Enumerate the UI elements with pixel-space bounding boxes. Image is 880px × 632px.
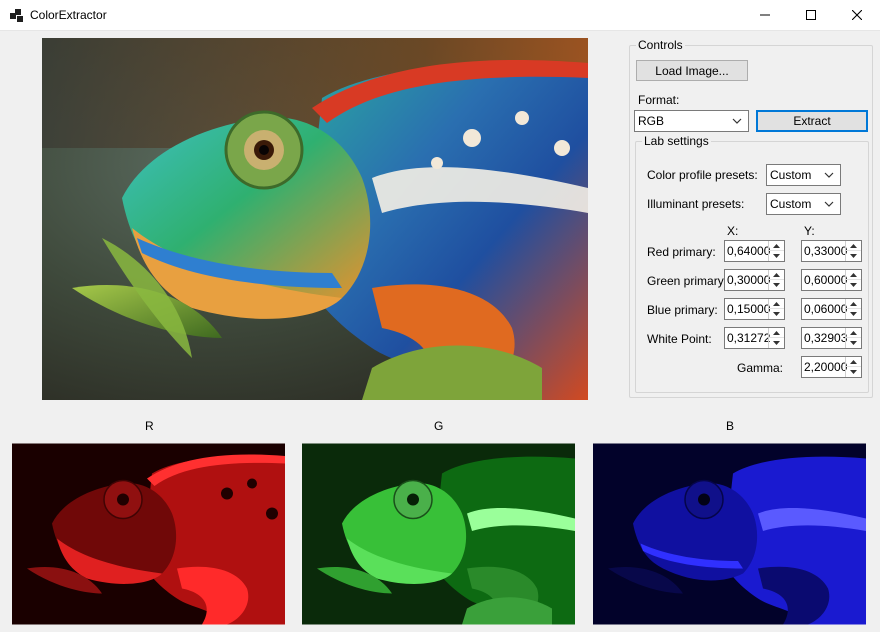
color-profile-select[interactable]: Custom [766, 164, 841, 186]
spin-down-icon[interactable] [846, 367, 861, 377]
format-select[interactable]: RGB [634, 110, 749, 132]
illuminant-select[interactable]: Custom [766, 193, 841, 215]
chevron-down-icon [732, 118, 742, 124]
red-channel-image [12, 443, 285, 625]
red-primary-x-input[interactable]: 0,64000 [724, 240, 785, 262]
spin-down-icon[interactable] [846, 251, 861, 261]
spin-down-icon[interactable] [769, 251, 784, 261]
spin-down-icon[interactable] [769, 338, 784, 348]
title-bar: ColorExtractor [0, 0, 880, 31]
illuminant-label: Illuminant presets: [647, 197, 745, 211]
maximize-button[interactable] [788, 0, 834, 30]
green-primary-y-input[interactable]: 0,60000 [801, 269, 862, 291]
gamma-input[interactable]: 2,20000 [801, 356, 862, 378]
preview-image [42, 38, 588, 400]
spin-up-icon[interactable] [769, 241, 784, 251]
spin-down-icon[interactable] [846, 338, 861, 348]
spin-up-icon[interactable] [846, 241, 861, 251]
minimize-button[interactable] [742, 0, 788, 30]
format-label: Format: [638, 93, 680, 107]
blue-channel-image [593, 443, 866, 625]
white-point-x-input[interactable]: 0,31272 [724, 327, 785, 349]
illuminant-value: Custom [770, 197, 812, 211]
channel-label-b: B [726, 419, 735, 433]
blue-primary-x-input[interactable]: 0,15000 [724, 298, 785, 320]
spin-down-icon[interactable] [769, 309, 784, 319]
white-point-y-input[interactable]: 0,32903 [801, 327, 862, 349]
green-channel-image [302, 443, 575, 625]
blue-primary-label: Blue primary: [647, 303, 718, 317]
spin-up-icon[interactable] [769, 299, 784, 309]
color-profile-label: Color profile presets: [647, 168, 758, 182]
chevron-down-icon [824, 172, 834, 178]
channel-label-g: G [434, 419, 444, 433]
app-icon [10, 9, 23, 22]
load-image-button[interactable]: Load Image... [636, 60, 748, 81]
red-primary-label: Red primary: [647, 245, 716, 259]
spin-up-icon[interactable] [846, 357, 861, 367]
y-header: Y: [804, 224, 815, 238]
spin-up-icon[interactable] [846, 299, 861, 309]
green-primary-x-input[interactable]: 0,30000 [724, 269, 785, 291]
maximize-icon [806, 10, 816, 20]
close-icon [852, 10, 862, 20]
spin-down-icon[interactable] [769, 280, 784, 290]
format-select-value: RGB [638, 114, 665, 128]
blue-primary-y-input[interactable]: 0,06000 [801, 298, 862, 320]
close-button[interactable] [834, 0, 880, 30]
x-header: X: [727, 224, 739, 238]
spin-down-icon[interactable] [846, 309, 861, 319]
window-title: ColorExtractor [30, 8, 107, 22]
controls-group-title: Controls [636, 38, 685, 52]
gamma-label: Gamma: [737, 361, 784, 375]
red-primary-y-input[interactable]: 0,33000 [801, 240, 862, 262]
spin-up-icon[interactable] [846, 270, 861, 280]
minimize-icon [760, 14, 770, 16]
extract-button[interactable]: Extract [756, 110, 868, 132]
color-profile-value: Custom [770, 168, 812, 182]
spin-down-icon[interactable] [846, 280, 861, 290]
green-primary-label: Green primary: [647, 274, 728, 288]
channel-label-r: R [145, 419, 154, 433]
white-point-label: White Point: [647, 332, 712, 346]
spin-up-icon[interactable] [769, 328, 784, 338]
lab-settings-title: Lab settings [642, 134, 711, 148]
spin-up-icon[interactable] [846, 328, 861, 338]
spin-up-icon[interactable] [769, 270, 784, 280]
chevron-down-icon [824, 201, 834, 207]
